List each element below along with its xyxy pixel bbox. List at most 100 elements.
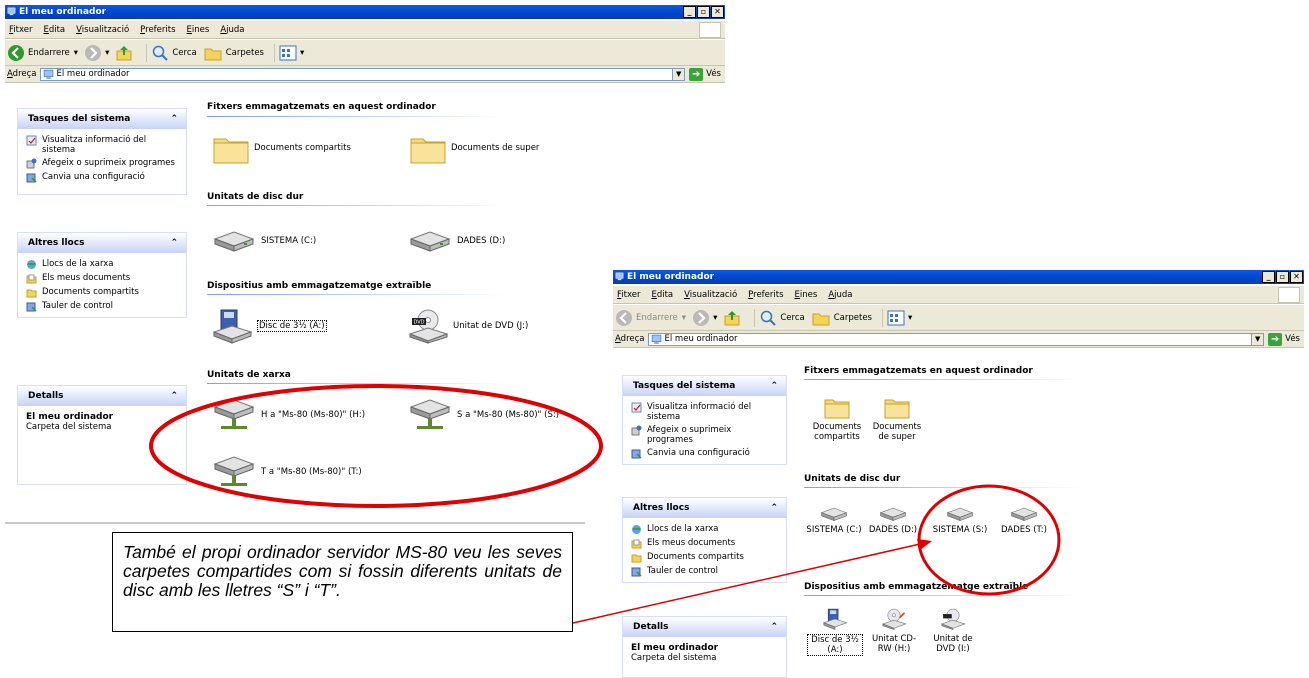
- collapse-icon[interactable]: ⌃: [170, 386, 178, 406]
- views-button[interactable]: ▾: [887, 310, 912, 326]
- panel-header[interactable]: Detalls ⌃: [18, 386, 186, 406]
- go-button[interactable]: ➔ Vés: [689, 67, 721, 81]
- place-my-documents[interactable]: Els meus documents: [26, 273, 178, 284]
- panel-header[interactable]: Detalls ⌃: [623, 617, 786, 637]
- network-drive-icon: [409, 399, 451, 429]
- maximize-button[interactable]: ▫: [697, 6, 710, 18]
- task-system-info[interactable]: Visualitza informació del sistema: [631, 402, 778, 422]
- drive-a[interactable]: Disc de 3½ (A:): [807, 607, 863, 656]
- menu-tools[interactable]: Eines: [795, 290, 818, 300]
- address-dropdown-icon[interactable]: ▼: [672, 68, 685, 80]
- back-button[interactable]: Endarrere ▾: [7, 44, 78, 62]
- annotation-callout: També el propi ordinador servidor MS-80 …: [112, 532, 573, 632]
- panel-other-places: Altres llocs ⌃ Llocs de la xarxa Els meus…: [17, 232, 187, 318]
- drive-c[interactable]: SISTEMA (C:): [211, 229, 316, 253]
- title-bar[interactable]: El meu ordinador _ ▫ ✕: [5, 5, 725, 19]
- menu-file[interactable]: Fitxer: [9, 25, 32, 35]
- minimize-button[interactable]: _: [683, 6, 696, 18]
- drive-dvd-j[interactable]: DVD Unitat de DVD (J:): [407, 308, 528, 344]
- drive-s[interactable]: SISTEMA (S:): [932, 506, 988, 535]
- views-dropdown-icon[interactable]: ▾: [300, 48, 304, 58]
- place-control-panel[interactable]: Tauler de control: [631, 566, 778, 577]
- item-super-documents[interactable]: Documents de super: [409, 131, 539, 165]
- task-add-remove-programs[interactable]: Afegeix o suprimeix programes: [26, 158, 178, 169]
- back-dropdown-icon[interactable]: ▾: [682, 313, 686, 323]
- drive-t[interactable]: DADES (T:): [996, 506, 1052, 535]
- network-drive-h[interactable]: H a "Ms-80 (Ms-80)" (H:): [211, 397, 365, 433]
- address-dropdown-icon[interactable]: ▼: [1251, 333, 1264, 345]
- folders-button[interactable]: Carpetes: [203, 44, 264, 62]
- address-input[interactable]: El meu ordinador ▼: [647, 332, 1265, 346]
- task-change-setting[interactable]: Canvia una configuració: [26, 172, 178, 183]
- menu-edit[interactable]: Edita: [651, 290, 673, 300]
- search-button[interactable]: Cerca: [759, 309, 805, 327]
- item-shared-documents[interactable]: Documents compartits: [809, 395, 865, 442]
- menu-edit[interactable]: Edita: [43, 25, 65, 35]
- section-network-drives: Unitats de xarxa: [207, 370, 291, 380]
- up-folder-icon: [724, 310, 740, 325]
- menu-help[interactable]: Ajuda: [220, 25, 244, 35]
- up-folder-button[interactable]: [115, 44, 136, 62]
- address-input[interactable]: El meu ordinador ▼: [39, 67, 686, 81]
- menu-view[interactable]: Visualització: [684, 290, 737, 300]
- maximize-button[interactable]: ▫: [1276, 271, 1289, 283]
- forward-button[interactable]: ▾: [692, 309, 717, 327]
- network-drive-t[interactable]: T a "Ms-80 (Ms-80)" (T:): [211, 454, 362, 490]
- menu-tools[interactable]: Eines: [187, 25, 210, 35]
- place-my-documents[interactable]: Els meus documents: [631, 538, 778, 549]
- panel-header[interactable]: Tasques del sistema ⌃: [18, 109, 186, 129]
- place-control-panel[interactable]: Tauler de control: [26, 301, 178, 312]
- svg-text:DVD: DVD: [414, 320, 425, 326]
- drive-a[interactable]: Disc de 3½ (A:): [211, 308, 327, 344]
- control-panel-icon: [26, 302, 37, 312]
- task-system-info[interactable]: Visualitza informació del sistema: [26, 135, 178, 155]
- drive-cdrw-h[interactable]: Unitat CD-RW (H:): [866, 607, 922, 654]
- collapse-icon[interactable]: ⌃: [170, 109, 178, 129]
- menu-favorites[interactable]: Preferits: [748, 290, 783, 300]
- up-folder-button[interactable]: [723, 309, 744, 327]
- floppy-drive-icon: [822, 608, 848, 630]
- views-dropdown-icon[interactable]: ▾: [908, 313, 912, 323]
- task-change-setting[interactable]: Canvia una configuració: [631, 448, 778, 459]
- close-button[interactable]: ✕: [1290, 271, 1303, 283]
- menu-help[interactable]: Ajuda: [828, 290, 852, 300]
- drive-d[interactable]: DADES (D:): [407, 229, 505, 253]
- panel-header[interactable]: Tasques del sistema ⌃: [623, 376, 786, 396]
- panel-header[interactable]: Altres llocs ⌃: [18, 233, 186, 253]
- folders-button[interactable]: Carpetes: [811, 309, 872, 327]
- place-network[interactable]: Llocs de la xarxa: [26, 259, 178, 270]
- item-shared-documents[interactable]: Documents compartits: [212, 131, 351, 165]
- back-button[interactable]: Endarrere ▾: [615, 309, 686, 327]
- go-button[interactable]: ➔ Vés: [1268, 332, 1300, 346]
- forward-button[interactable]: ▾: [84, 44, 109, 62]
- back-dropdown-icon[interactable]: ▾: [74, 48, 78, 58]
- views-button[interactable]: ▾: [279, 45, 304, 61]
- section-divider: [207, 294, 507, 295]
- place-shared-documents[interactable]: Documents compartits: [631, 552, 778, 563]
- panel-system-tasks: Tasques del sistema ⌃ Visualitza informac…: [622, 375, 787, 465]
- menu-view[interactable]: Visualització: [76, 25, 129, 35]
- section-divider: [804, 379, 1084, 380]
- title-bar[interactable]: El meu ordinador _ ▫ ✕: [613, 270, 1304, 284]
- drive-c[interactable]: SISTEMA (C:): [806, 506, 862, 535]
- drive-dvd-i[interactable]: Unitat de DVD (I:): [925, 607, 981, 654]
- task-add-remove-programs[interactable]: Afegeix o suprimeix programes: [631, 425, 778, 445]
- item-super-documents[interactable]: Documents de super: [869, 395, 925, 442]
- menu-file[interactable]: Fitxer: [617, 290, 640, 300]
- menu-favorites[interactable]: Preferits: [140, 25, 175, 35]
- drive-d[interactable]: DADES (D:): [865, 506, 921, 535]
- forward-dropdown-icon[interactable]: ▾: [105, 48, 109, 58]
- search-button[interactable]: Cerca: [151, 44, 197, 62]
- windows-logo-icon: [699, 22, 721, 38]
- collapse-icon[interactable]: ⌃: [770, 376, 778, 396]
- panel-header[interactable]: Altres llocs ⌃: [623, 498, 786, 518]
- minimize-button[interactable]: _: [1262, 271, 1275, 283]
- collapse-icon[interactable]: ⌃: [770, 498, 778, 518]
- network-drive-s[interactable]: S a "Ms-80 (Ms-80)" (S:): [407, 397, 559, 433]
- close-button[interactable]: ✕: [711, 6, 724, 18]
- place-network[interactable]: Llocs de la xarxa: [631, 524, 778, 535]
- collapse-icon[interactable]: ⌃: [770, 617, 778, 637]
- forward-dropdown-icon[interactable]: ▾: [713, 313, 717, 323]
- place-shared-documents[interactable]: Documents compartits: [26, 287, 178, 298]
- collapse-icon[interactable]: ⌃: [170, 233, 178, 253]
